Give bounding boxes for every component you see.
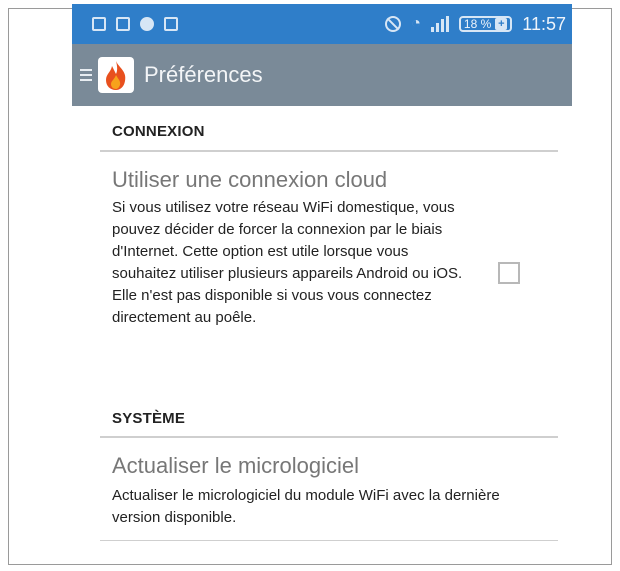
status-bar: ◔ 18 % + 11:57 bbox=[72, 4, 572, 44]
charging-icon: + bbox=[495, 18, 508, 30]
notification-icons bbox=[72, 17, 178, 31]
phone-notification-icon bbox=[116, 17, 130, 31]
section-header-connexion: CONNEXION bbox=[112, 123, 205, 140]
hamburger-icon[interactable] bbox=[80, 69, 92, 81]
image-notification-icon bbox=[92, 17, 106, 31]
clock: 11:57 bbox=[522, 13, 566, 34]
section-divider bbox=[100, 436, 558, 438]
check-notification-icon bbox=[140, 17, 154, 31]
firmware-update-summary[interactable]: Actualiser le micrologiciel du module Wi… bbox=[112, 485, 522, 529]
cloud-connection-summary[interactable]: Si vous utilisez votre réseau WiFi domes… bbox=[112, 197, 472, 329]
cloud-connection-title[interactable]: Utiliser une connexion cloud bbox=[112, 167, 387, 193]
signal-icon bbox=[430, 16, 449, 32]
flame-icon[interactable] bbox=[98, 57, 134, 93]
wifi-icon: ◔ bbox=[411, 15, 421, 32]
page-title: Préférences bbox=[144, 62, 263, 87]
calendar-notification-icon bbox=[164, 17, 178, 31]
system-icons: ◔ 18 % + 11:57 bbox=[385, 14, 572, 35]
battery-level: 18 % bbox=[463, 17, 492, 31]
do-not-disturb-icon bbox=[385, 16, 402, 32]
battery-indicator: 18 % + bbox=[458, 16, 513, 32]
section-header-systeme: SYSTÈME bbox=[112, 410, 186, 427]
app-bar: Préférences bbox=[72, 44, 572, 106]
cloud-connection-checkbox[interactable] bbox=[498, 262, 520, 284]
firmware-update-title[interactable]: Actualiser le micrologiciel bbox=[112, 453, 359, 479]
list-divider bbox=[100, 540, 558, 541]
section-divider bbox=[100, 150, 558, 152]
